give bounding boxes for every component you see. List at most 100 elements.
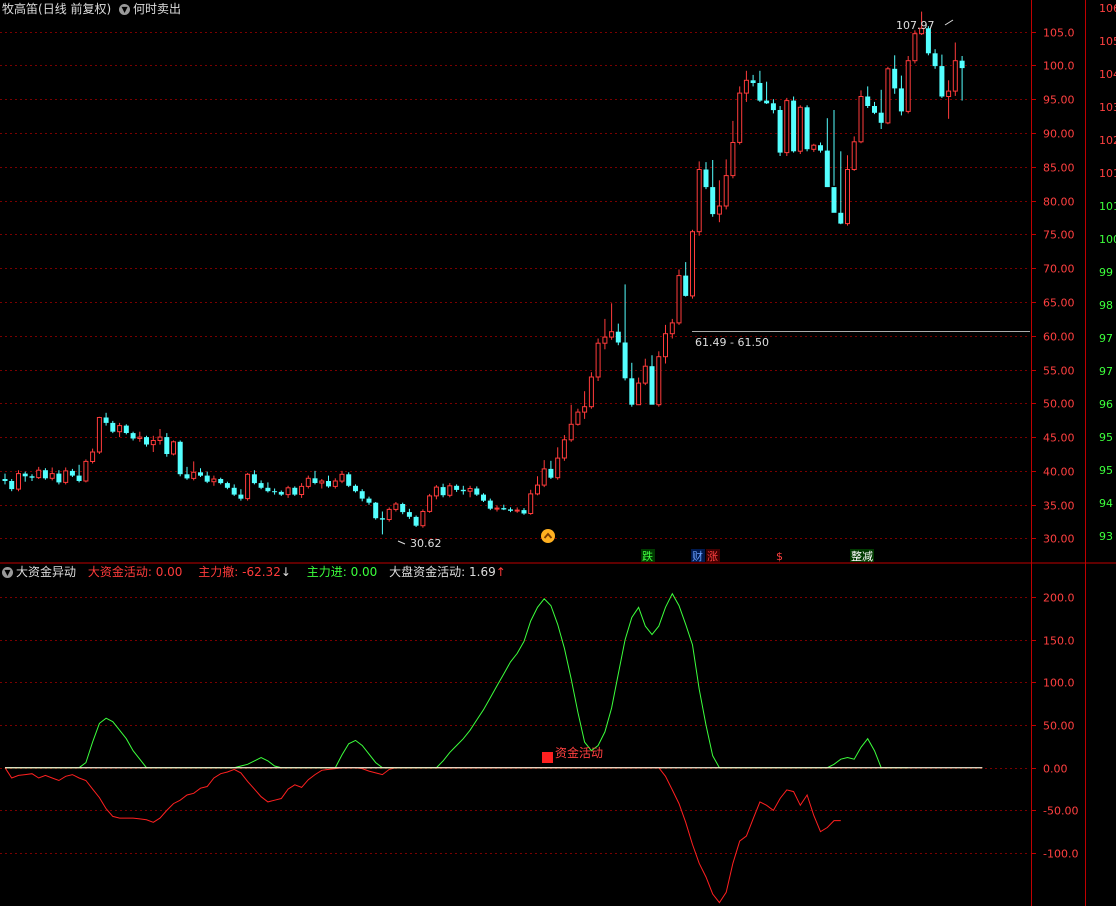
candle-body — [481, 494, 486, 501]
candle-body — [804, 107, 810, 150]
candle-body — [96, 417, 102, 453]
candle-body — [204, 475, 210, 482]
candle-body — [339, 473, 345, 482]
candle-body — [622, 342, 628, 379]
candle-body — [932, 53, 938, 67]
candle-body — [171, 441, 176, 455]
candle-body — [157, 436, 163, 442]
indicator-tick-label: 50.00 — [1043, 720, 1075, 733]
price-tick-label: 40.00 — [1043, 466, 1075, 479]
strip-value: 97 — [1099, 332, 1113, 345]
event-marker-finance[interactable]: 财 — [692, 549, 703, 563]
candle-body — [420, 511, 426, 527]
candle-body — [2, 479, 8, 481]
candle-body — [137, 436, 143, 440]
event-marker-dollar[interactable]: $ — [776, 550, 783, 563]
event-marker-rise[interactable]: 涨 — [707, 550, 718, 563]
strip-value: 102 — [1099, 134, 1116, 147]
candle-body — [575, 411, 581, 425]
strip-value: 98 — [1099, 299, 1113, 312]
fund-activity-label: 资金活动 — [555, 745, 603, 760]
strip-value: 99 — [1099, 266, 1113, 279]
strip-value: 96 — [1099, 398, 1113, 411]
candle-body — [669, 322, 675, 335]
chart-canvas[interactable]: 105.0 100.0 95.00 90.00 85.00 80.00 75.00 70.00… — [0, 0, 1116, 906]
candle-body — [723, 175, 729, 207]
candle-body — [103, 417, 109, 423]
candle-body — [535, 484, 540, 495]
strip-value: 103 — [1099, 101, 1116, 114]
price-tick-label: 35.00 — [1043, 500, 1075, 513]
candle-body — [588, 376, 594, 408]
range-label: 61.49 - 61.50 — [695, 336, 769, 349]
strip-value: 104 — [1099, 68, 1116, 81]
candle-body — [791, 100, 797, 152]
candle-body — [150, 440, 156, 446]
low-label: 30.62 — [410, 537, 442, 550]
indicator-line — [5, 592, 909, 769]
event-marker-fall[interactable]: 跌 — [642, 549, 653, 563]
candle-body — [366, 498, 372, 503]
candle-body — [892, 68, 898, 89]
candle-body — [494, 507, 500, 510]
candle-body — [56, 473, 62, 483]
price-tick-label: 80.00 — [1043, 196, 1075, 209]
candle-body — [393, 503, 399, 510]
candle-body — [959, 60, 965, 69]
candle-body — [636, 382, 642, 406]
price-tick-label: 50.00 — [1043, 398, 1075, 411]
candle-body — [905, 60, 911, 112]
price-tick-label: 85.00 — [1043, 162, 1075, 175]
price-tick-label: 90.00 — [1043, 128, 1075, 141]
strip-value: 106 — [1099, 2, 1116, 15]
candle-body — [326, 481, 331, 487]
candle-body — [9, 481, 15, 490]
candle-body — [824, 150, 830, 188]
candle-body — [858, 96, 864, 143]
event-markers: 跌 财 涨 $ 整减 — [641, 549, 874, 563]
indicator-tick-label: -100.0 — [1043, 848, 1078, 861]
indicator-tick-label: 100.0 — [1043, 677, 1075, 690]
candle-body — [49, 473, 55, 479]
candle-body — [602, 336, 608, 344]
candle-body — [22, 473, 28, 477]
candle-body — [218, 479, 224, 484]
candle-body — [427, 495, 433, 512]
candle-body — [885, 68, 891, 124]
low-pointer — [397, 540, 406, 545]
candle-body — [629, 378, 635, 405]
candle-body — [703, 169, 709, 188]
high-label: 107.97 — [896, 19, 935, 32]
candle-body — [946, 90, 952, 97]
candle-body — [406, 512, 412, 517]
candle-body — [730, 142, 736, 177]
candle-body — [460, 489, 466, 492]
candle-body — [191, 471, 197, 479]
candle-body — [83, 460, 89, 482]
candle-body — [184, 474, 190, 479]
candle-body — [353, 485, 358, 492]
candle-body — [413, 516, 419, 526]
candle-body — [872, 106, 877, 113]
candle-body — [818, 145, 823, 151]
price-tick-label: 55.00 — [1043, 365, 1075, 378]
price-tick-label: 75.00 — [1043, 229, 1075, 242]
candle-body — [878, 112, 884, 123]
candle-body — [16, 473, 21, 490]
candle-body — [797, 106, 803, 152]
price-tick-label: 45.00 — [1043, 432, 1075, 445]
candle-body — [373, 502, 379, 519]
indicator-line — [4, 767, 841, 904]
candle-body — [224, 483, 230, 488]
candle-body — [757, 83, 763, 101]
fund-activity-square — [542, 752, 553, 763]
event-marker-reduce[interactable]: 整减 — [851, 549, 873, 563]
candle-body — [743, 79, 749, 94]
price-tick-label: 65.00 — [1043, 297, 1075, 310]
buy-signal-icon[interactable] — [541, 529, 555, 543]
candle-body — [36, 469, 42, 479]
high-pointer — [944, 19, 954, 26]
kline-window: 牧高笛(日线 前复权) ▼ 何时卖出 ▼ 大资金异动 大资金活动: 0.00 主力撤… — [0, 0, 1116, 906]
candle-body — [831, 187, 837, 213]
candle-body — [117, 425, 123, 433]
